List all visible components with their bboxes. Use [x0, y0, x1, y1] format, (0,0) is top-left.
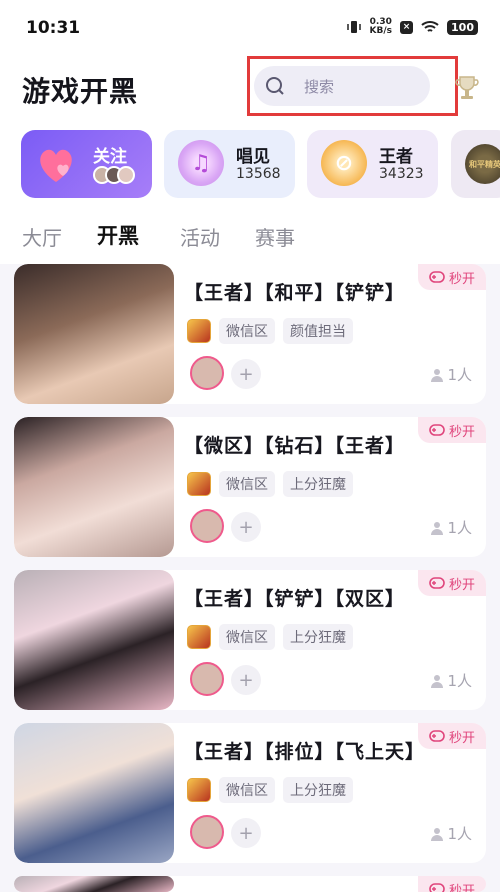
- room-tags: 微信区 上分狂魔: [187, 471, 353, 497]
- instant-open-badge: 秒开: [418, 876, 486, 892]
- game-icon: [187, 625, 211, 649]
- category-strip: 关注 ♫ 唱见 13568 ⊘ 王者 34323 和平精英: [0, 120, 500, 208]
- vibrate-icon: [346, 21, 361, 33]
- person-icon: [431, 827, 444, 841]
- wifi-icon: [421, 21, 439, 32]
- room-card[interactable]: 【微区】【钻石】【王者】 秒开 微信区 上分狂魔 + 1人: [14, 417, 486, 557]
- category-peace-elite[interactable]: 和平精英: [451, 130, 500, 198]
- category-label: 关注: [93, 147, 127, 167]
- host-avatar[interactable]: [190, 356, 224, 390]
- page-title: 游戏开黑: [22, 75, 139, 108]
- gamepad-icon: [429, 730, 445, 742]
- host-avatar[interactable]: [190, 815, 224, 849]
- heart-icon: [40, 149, 72, 182]
- instant-open-badge: 秒开: [418, 417, 486, 443]
- room-cover-image: [14, 264, 174, 404]
- room-title: 【王者】【排位】【飞上天】: [184, 741, 426, 763]
- room-tags: 微信区 颜值担当: [187, 318, 353, 344]
- gamepad-icon: [429, 424, 445, 436]
- gamepad-icon: [429, 271, 445, 283]
- game-logo-icon: ⊘: [321, 140, 367, 186]
- tab-lobby[interactable]: 大厅: [22, 222, 62, 251]
- room-card[interactable]: 秒开: [14, 876, 486, 892]
- search-icon: [266, 77, 284, 95]
- music-note-icon: ♫: [178, 140, 224, 186]
- room-cover-image: [14, 723, 174, 863]
- category-count: 34323: [379, 166, 424, 182]
- tag: 微信区: [219, 777, 275, 803]
- room-tags: 微信区 上分狂魔: [187, 624, 353, 650]
- room-card[interactable]: 【王者】【排位】【飞上天】 秒开 微信区 上分狂魔 + 1人: [14, 723, 486, 863]
- avatar: [117, 166, 135, 184]
- tab-team-up[interactable]: 开黑: [97, 220, 139, 250]
- room-cover-image: [14, 570, 174, 710]
- people-count: 1人: [431, 670, 472, 691]
- instant-open-badge: 秒开: [418, 570, 486, 596]
- room-tags: 微信区 上分狂魔: [187, 777, 353, 803]
- add-seat-button[interactable]: +: [231, 512, 261, 542]
- add-seat-button[interactable]: +: [231, 665, 261, 695]
- net-speed: 0.30 KB/s: [369, 17, 393, 36]
- status-bar: 10:31 0.30 KB/s × 100: [0, 0, 500, 56]
- category-honor-of-kings[interactable]: ⊘ 王者 34323: [307, 130, 438, 198]
- category-follow[interactable]: 关注: [21, 130, 152, 198]
- tag: 微信区: [219, 471, 275, 497]
- instant-open-badge: 秒开: [418, 723, 486, 749]
- category-label: 唱见: [236, 147, 270, 167]
- person-icon: [431, 521, 444, 535]
- game-icon: [187, 778, 211, 802]
- room-title: 【微区】【钻石】【王者】: [184, 435, 406, 457]
- tab-bar: 大厅 开黑 活动 赛事: [0, 208, 500, 264]
- tab-matches[interactable]: 赛事: [255, 222, 295, 251]
- host-avatar[interactable]: [190, 509, 224, 543]
- tag: 上分狂魔: [283, 471, 353, 497]
- room-card[interactable]: 【王者】【铲铲】【双区】 秒开 微信区 上分狂魔 + 1人: [14, 570, 486, 710]
- tag: 上分狂魔: [283, 777, 353, 803]
- people-count: 1人: [431, 823, 472, 844]
- people-count: 1人: [431, 364, 472, 385]
- category-count: 13568: [236, 166, 281, 182]
- tag: 颜值担当: [283, 318, 353, 344]
- game-icon: [187, 472, 211, 496]
- app-header: 游戏开黑 搜索: [0, 56, 500, 120]
- follow-avatars: [93, 166, 135, 184]
- gamepad-icon: [429, 883, 445, 892]
- person-icon: [431, 368, 444, 382]
- instant-open-badge: 秒开: [418, 264, 486, 290]
- tag: 上分狂魔: [283, 624, 353, 650]
- add-seat-button[interactable]: +: [231, 818, 261, 848]
- notification-icon: ×: [400, 20, 414, 34]
- person-icon: [431, 674, 444, 688]
- people-count: 1人: [431, 517, 472, 538]
- add-seat-button[interactable]: +: [231, 359, 261, 389]
- host-avatar[interactable]: [190, 662, 224, 696]
- game-icon: [187, 319, 211, 343]
- status-icons: 0.30 KB/s × 100: [346, 18, 478, 36]
- category-label: 王者: [379, 147, 413, 167]
- tag: 微信区: [219, 318, 275, 344]
- room-title: 【王者】【和平】【铲铲】: [184, 282, 406, 304]
- trophy-icon[interactable]: [455, 74, 479, 104]
- search-placeholder: 搜索: [304, 77, 335, 96]
- room-card[interactable]: 【王者】【和平】【铲铲】 秒开 微信区 颜值担当 + 1人: [14, 264, 486, 404]
- room-title: 【王者】【铲铲】【双区】: [184, 588, 406, 610]
- tab-events[interactable]: 活动: [180, 222, 220, 251]
- room-cover-image: [14, 876, 174, 892]
- game-logo-icon: 和平精英: [465, 144, 500, 184]
- battery-indicator: 100: [447, 19, 478, 35]
- category-singing[interactable]: ♫ 唱见 13568: [164, 130, 295, 198]
- status-time: 10:31: [26, 18, 81, 38]
- search-input[interactable]: 搜索: [254, 66, 430, 106]
- room-cover-image: [14, 417, 174, 557]
- gamepad-icon: [429, 577, 445, 589]
- tag: 微信区: [219, 624, 275, 650]
